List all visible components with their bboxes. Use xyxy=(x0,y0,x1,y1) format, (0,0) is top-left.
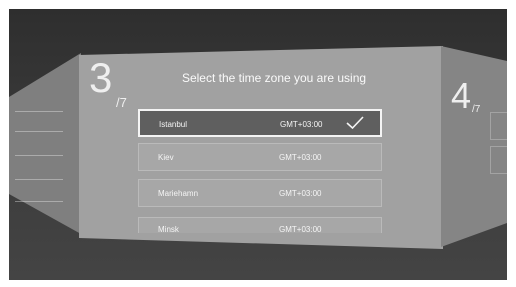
next-step-card xyxy=(490,112,507,140)
next-step-total: /7 xyxy=(472,104,481,115)
timezone-offset: GMT+03:00 xyxy=(279,225,322,233)
current-step-number: 3 xyxy=(89,54,113,101)
total-steps: /7 xyxy=(116,95,127,110)
timezone-offset: GMT+03:00 xyxy=(279,189,322,198)
timezone-city: Mariehamn xyxy=(158,189,199,198)
timezone-row-istanbul[interactable]: Istanbul GMT+03:00 xyxy=(138,109,382,137)
menu-divider xyxy=(15,201,63,202)
next-step-number: 4 xyxy=(451,75,472,116)
timezone-offset: GMT+03:00 xyxy=(280,120,323,129)
timezone-city: Kiev xyxy=(158,153,174,162)
menu-divider xyxy=(15,179,63,180)
timezone-city: Minsk xyxy=(158,225,179,233)
timezone-row-mariehamn[interactable]: Mariehamn GMT+03:00 xyxy=(138,179,382,207)
timezone-city: Istanbul xyxy=(159,120,188,129)
check-icon xyxy=(346,116,364,130)
menu-divider xyxy=(15,131,63,132)
previous-step-menu xyxy=(15,97,63,217)
timezone-row-minsk[interactable]: Minsk GMT+03:00 xyxy=(138,217,382,233)
menu-divider xyxy=(15,155,63,156)
timezone-offset: GMT+03:00 xyxy=(279,153,322,162)
next-step-card xyxy=(490,146,507,174)
tv-screen: 3 /7 4 /7 Select the time zone you are u… xyxy=(9,9,507,280)
page-title: Select the time zone you are using xyxy=(181,71,367,85)
timezone-list[interactable]: Istanbul GMT+03:00 Kiev GMT+03:00 Marieh… xyxy=(138,109,382,233)
menu-divider xyxy=(15,111,63,112)
timezone-row-kiev[interactable]: Kiev GMT+03:00 xyxy=(138,143,382,171)
